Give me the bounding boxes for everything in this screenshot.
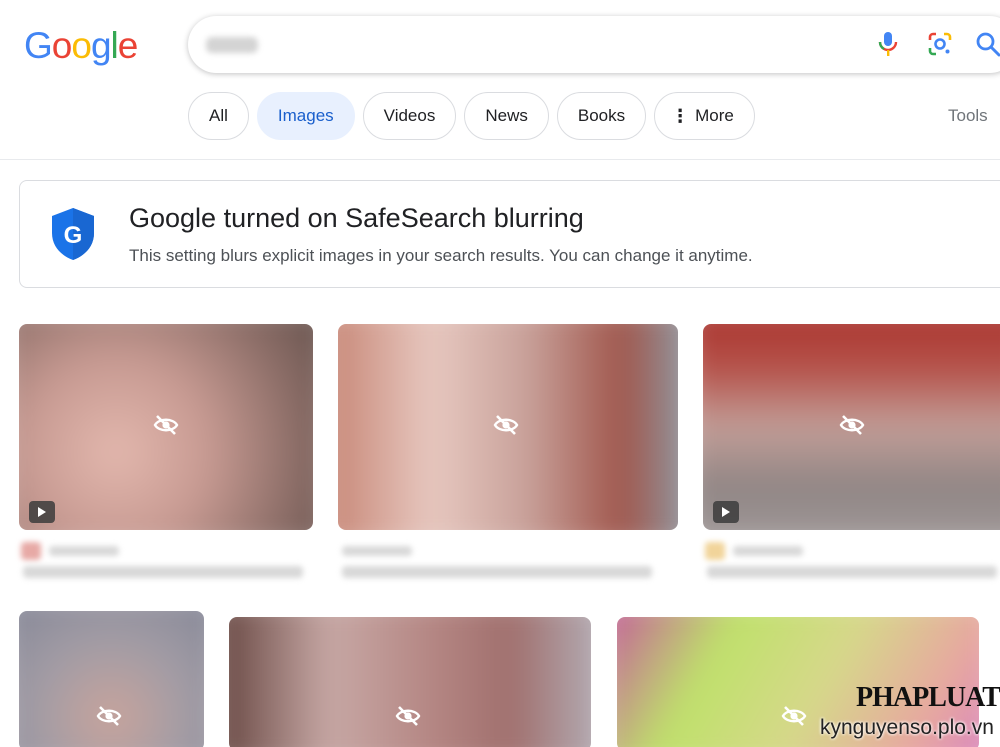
tab-books-label: Books: [577, 106, 626, 125]
search-icon[interactable]: [974, 30, 1000, 58]
tab-more-label: More: [695, 106, 734, 125]
tab-images[interactable]: Images: [256, 92, 355, 140]
eye-off-icon: [839, 415, 865, 435]
lens-icon[interactable]: [926, 30, 954, 58]
eye-off-icon: [96, 706, 122, 726]
eye-off-icon: [153, 415, 179, 435]
logo-letter-o2: o: [71, 25, 92, 66]
play-icon: [722, 507, 730, 517]
safesearch-banner: G Google turned on SafeSearch blurring T…: [19, 180, 1000, 288]
tab-all[interactable]: All: [188, 92, 249, 140]
video-badge: [713, 501, 739, 523]
tab-books[interactable]: Books: [556, 92, 647, 140]
search-tabs: All Images Videos News Books ⋮ More: [188, 92, 755, 140]
more-vert-icon: ⋮: [671, 106, 690, 126]
tab-all-label: All: [209, 106, 228, 125]
tab-videos-label: Videos: [383, 106, 436, 125]
result-caption[interactable]: [19, 536, 313, 586]
tab-news-label: News: [485, 106, 528, 125]
image-result[interactable]: [338, 324, 678, 530]
logo-letter-g2: g: [90, 25, 112, 66]
logo-letter-e: e: [117, 25, 139, 66]
safesearch-shield-icon: G: [52, 208, 94, 260]
video-badge: [29, 501, 55, 523]
svg-text:G: G: [64, 222, 83, 249]
tab-more[interactable]: ⋮ More: [654, 92, 755, 140]
eye-off-icon: [493, 415, 519, 435]
image-result[interactable]: [229, 617, 591, 747]
tab-news[interactable]: News: [464, 92, 549, 140]
result-caption[interactable]: [338, 536, 678, 586]
header-divider: [0, 159, 1000, 160]
search-query-blurred[interactable]: [206, 37, 258, 53]
mic-icon[interactable]: [874, 30, 902, 58]
logo-letter-l: l: [110, 25, 119, 66]
image-result[interactable]: [19, 611, 204, 747]
watermark-site: kynguyenso.plo.vn: [820, 716, 994, 739]
image-result[interactable]: [703, 324, 1000, 530]
tools-button[interactable]: Tools: [948, 106, 988, 126]
watermark-logo-text: PHAPLUAT: [856, 682, 1000, 713]
safesearch-description: This setting blurs explicit images in yo…: [129, 246, 753, 265]
logo-letter-o1: o: [51, 25, 73, 66]
search-box[interactable]: [188, 16, 1000, 73]
image-result[interactable]: [19, 324, 313, 530]
phapluat-watermark-logo: PHAPLUAT: [856, 682, 1000, 714]
safesearch-title: Google turned on SafeSearch blurring: [129, 203, 584, 233]
tab-images-label: Images: [277, 106, 334, 125]
eye-off-icon: [781, 706, 807, 726]
eye-off-icon: [395, 706, 421, 726]
logo-letter-g: G: [24, 25, 53, 66]
play-icon: [38, 507, 46, 517]
tab-videos[interactable]: Videos: [362, 92, 457, 140]
result-caption[interactable]: [703, 536, 1000, 586]
google-logo[interactable]: Google: [24, 25, 139, 66]
